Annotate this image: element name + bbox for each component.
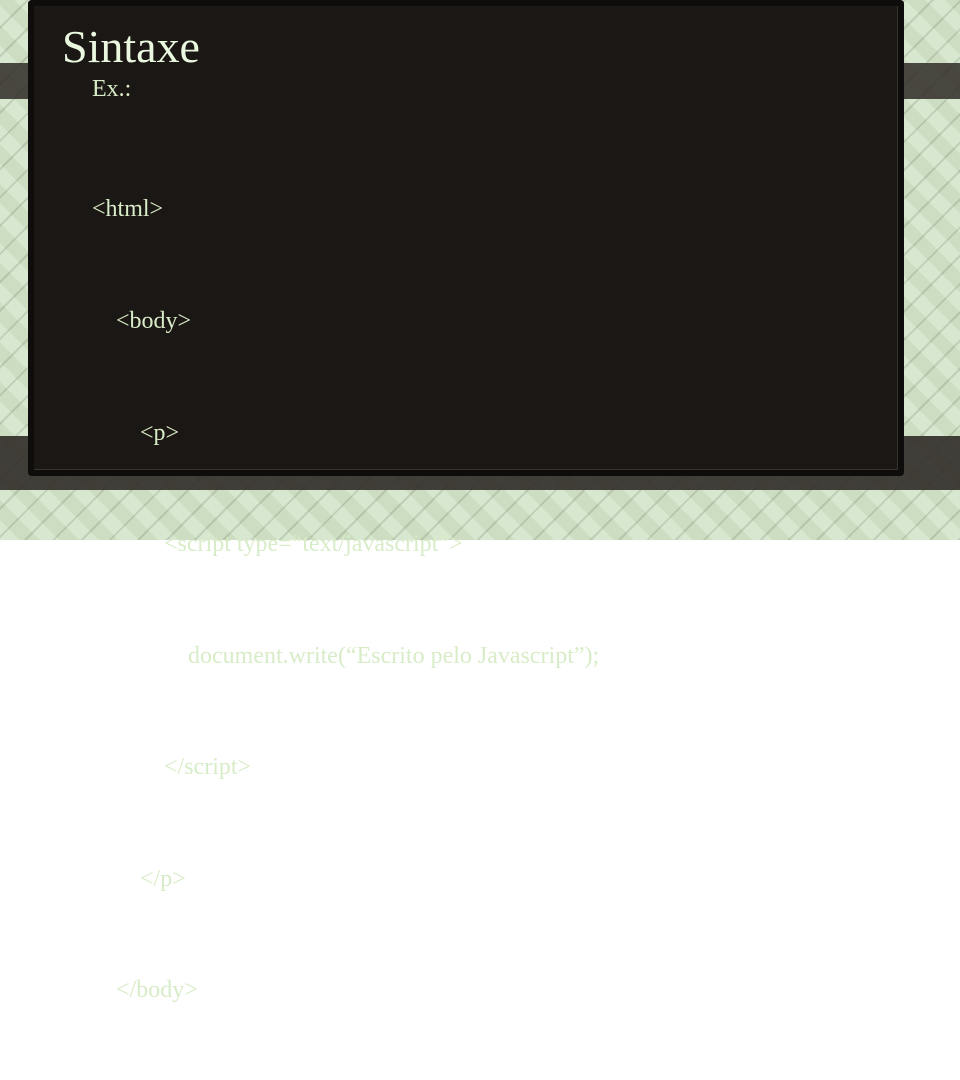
code-block: <html> <body> <p> <script type=“text/jav… [92, 117, 870, 1080]
code-line: </body> [92, 972, 870, 1009]
code-line: <script type=“text/javascript”> [92, 526, 870, 563]
code-line: </p> [92, 861, 870, 898]
code-line: document.write(“Escrito pelo Javascript”… [92, 638, 870, 675]
code-line: <html> [92, 191, 870, 228]
slide-subtitle: Ex.: [92, 76, 870, 103]
code-line: <p> [92, 415, 870, 452]
code-line: </script> [92, 749, 870, 786]
slide-card: Sintaxe Ex.: <html> <body> <p> <script t… [28, 0, 904, 476]
slide-title: Sintaxe [62, 24, 870, 70]
code-line: <body> [92, 303, 870, 340]
